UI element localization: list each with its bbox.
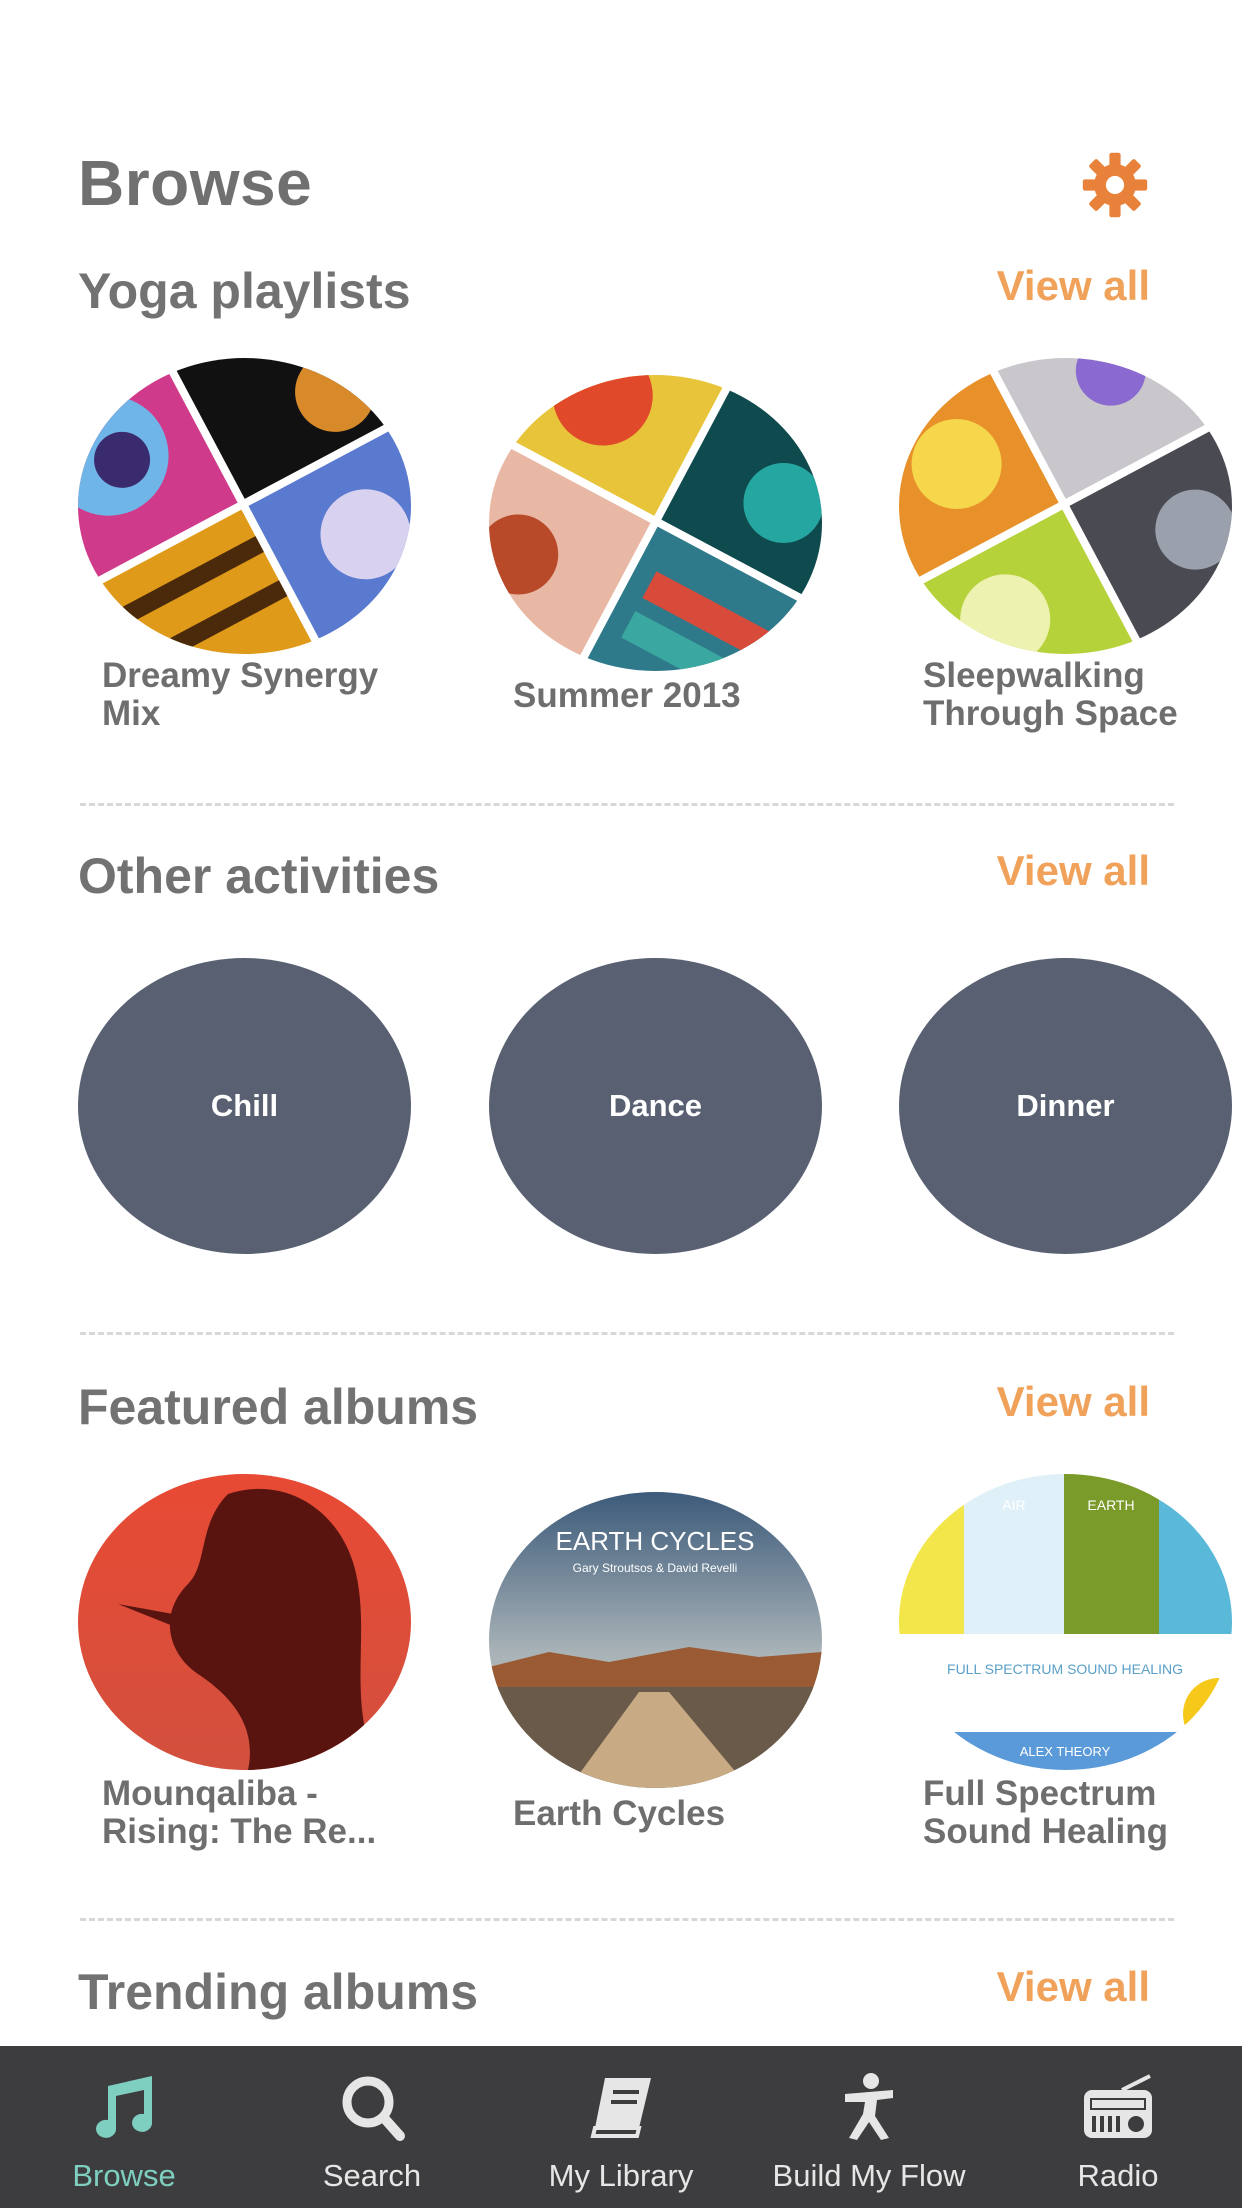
music-note-icon <box>86 2072 162 2142</box>
tab-label: Search <box>322 2158 422 2193</box>
activity-chill-button[interactable]: Chill <box>78 958 411 1254</box>
album-title: Mounqaliba - Rising: The Re... <box>102 1774 377 1851</box>
activity-dinner-button[interactable]: Dinner <box>899 958 1232 1254</box>
album-cover-text: EARTH <box>1087 1497 1134 1513</box>
playlist-title: Summer 2013 <box>513 676 741 715</box>
view-all-featured-button[interactable]: View all <box>997 1378 1150 1426</box>
tab-label: Radio <box>1077 2158 1159 2193</box>
search-icon <box>334 2072 410 2142</box>
tab-search[interactable]: Search <box>248 2046 496 2208</box>
view-all-yoga-button[interactable]: View all <box>997 262 1150 310</box>
gear-icon[interactable] <box>1080 150 1150 220</box>
album-cover-mounqaliba[interactable] <box>78 1474 411 1770</box>
radio-icon <box>1080 2072 1156 2142</box>
tab-build-my-flow[interactable]: Build My Flow <box>745 2046 993 2208</box>
section-divider <box>80 803 1174 806</box>
section-title-trending-albums: Trending albums <box>78 1964 479 2020</box>
activity-dance-button[interactable]: Dance <box>489 958 822 1254</box>
page-title: Browse <box>78 147 313 219</box>
album-title: Full Spectrum Sound Healing <box>923 1774 1168 1851</box>
tab-label: My Library <box>548 2158 694 2193</box>
activity-label: Chill <box>210 1088 279 1123</box>
section-divider <box>80 1918 1174 1921</box>
album-cover-title: EARTH CYCLES <box>556 1526 755 1556</box>
view-all-trending-button[interactable]: View all <box>997 1963 1150 2011</box>
tab-label: Browse <box>72 2158 176 2193</box>
album-cover-text: FULL SPECTRUM SOUND HEALING <box>947 1661 1183 1677</box>
playlist-title: Dreamy Synergy Mix <box>102 656 379 733</box>
playlist-cover-dreamy-synergy[interactable] <box>78 358 411 654</box>
activity-label: Dinner <box>1016 1088 1115 1123</box>
album-cover-earth-cycles[interactable]: EARTH CYCLES Gary Stroutsos & David Reve… <box>489 1492 822 1788</box>
section-divider <box>80 1332 1174 1335</box>
album-cover-full-spectrum[interactable]: AIR EARTH FULL SPECTRUM SOUND HEALING AL… <box>899 1474 1232 1770</box>
bottom-tab-bar: Browse Search My Library Build My Flow R… <box>0 2046 1242 2208</box>
tab-my-library[interactable]: My Library <box>497 2046 745 2208</box>
album-title: Earth Cycles <box>513 1794 726 1833</box>
view-all-activities-button[interactable]: View all <box>997 847 1150 895</box>
album-cover-text: AIR <box>1002 1497 1025 1513</box>
playlist-cover-summer-2013[interactable] <box>489 375 822 671</box>
playlist-title: Sleepwalking Through Space <box>923 656 1178 733</box>
yoga-pose-icon <box>831 2072 907 2142</box>
album-cover-artist: ALEX THEORY <box>1020 1744 1111 1759</box>
book-icon <box>583 2072 659 2142</box>
tab-browse[interactable]: Browse <box>0 2046 248 2208</box>
section-title-featured-albums: Featured albums <box>78 1379 479 1435</box>
activity-label: Dance <box>608 1088 703 1123</box>
playlist-cover-sleepwalking[interactable] <box>899 358 1232 654</box>
section-title-yoga-playlists: Yoga playlists <box>78 263 411 319</box>
section-title-other-activities: Other activities <box>78 848 440 904</box>
tab-label: Build My Flow <box>772 2158 966 2193</box>
album-cover-artist: Gary Stroutsos & David Revelli <box>573 1561 738 1575</box>
tab-radio[interactable]: Radio <box>994 2046 1242 2208</box>
